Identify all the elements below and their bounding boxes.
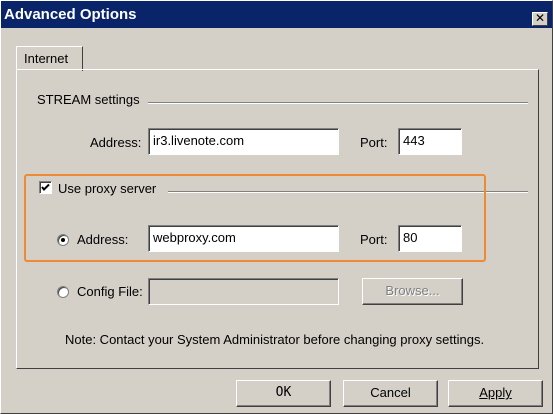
- proxy-note-text: Note: Contact your System Administrator …: [65, 332, 485, 347]
- close-button[interactable]: ✕: [532, 12, 548, 26]
- stream-port-label: Port:: [360, 135, 388, 150]
- stream-address-label: Address:: [90, 135, 142, 150]
- tab-internet-label: Internet: [24, 51, 69, 66]
- config-file-radio[interactable]: [57, 286, 69, 298]
- stream-address-input[interactable]: ir3.livenote.com: [148, 128, 339, 155]
- proxy-highlight-box: [24, 174, 486, 262]
- window-title: Advanced Options: [4, 6, 137, 23]
- config-file-label[interactable]: Config File:: [77, 284, 143, 299]
- config-file-input[interactable]: [148, 278, 339, 305]
- title-bar: Advanced Options ✕: [1, 1, 552, 28]
- cancel-button[interactable]: Cancel: [343, 380, 438, 407]
- browse-button[interactable]: Browse...: [362, 278, 463, 305]
- advanced-options-dialog: Advanced Options ✕ Internet STREAM setti…: [0, 0, 553, 414]
- stream-settings-separator: [148, 102, 528, 104]
- stream-settings-group-label: STREAM settings: [37, 92, 140, 107]
- close-icon: ✕: [534, 11, 546, 25]
- stream-port-input[interactable]: 443: [398, 128, 462, 155]
- apply-button[interactable]: Apply: [448, 380, 543, 407]
- tab-internet[interactable]: Internet: [16, 46, 83, 71]
- ok-button[interactable]: OK: [236, 380, 331, 407]
